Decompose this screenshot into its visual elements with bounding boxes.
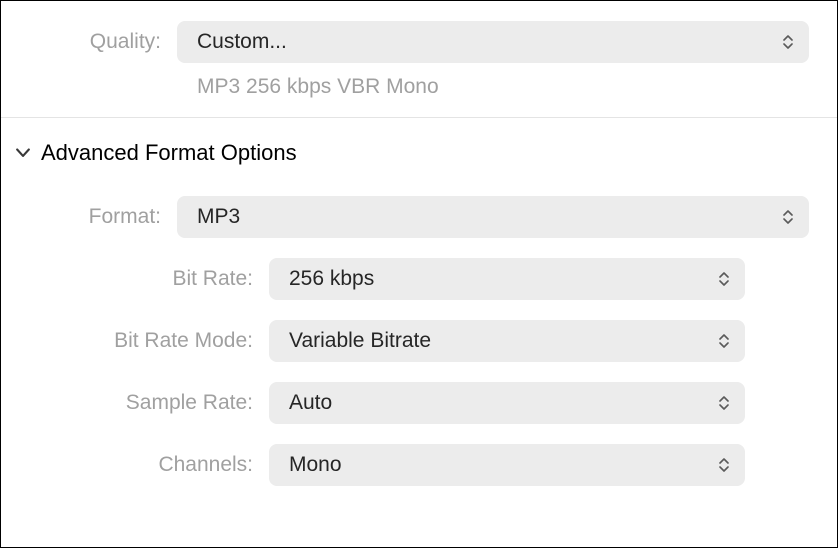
quality-select[interactable]: Custom...	[177, 21, 809, 63]
bitrate-label: Bit Rate:	[29, 267, 269, 291]
format-row: Format: MP3	[29, 196, 809, 238]
quality-value: Custom...	[197, 30, 287, 54]
format-select[interactable]: MP3	[177, 196, 809, 238]
bitrate-row: Bit Rate: 256 kbps	[29, 258, 809, 300]
advanced-title: Advanced Format Options	[41, 140, 297, 166]
sample-rate-label: Sample Rate:	[29, 391, 269, 415]
advanced-disclosure[interactable]: Advanced Format Options	[15, 140, 809, 166]
stepper-icon	[783, 35, 793, 49]
sample-rate-value: Auto	[289, 391, 332, 415]
quality-section: Quality: Custom... MP3 256 kbps VBR Mono	[1, 1, 837, 117]
format-label: Format:	[29, 205, 177, 229]
format-value: MP3	[197, 205, 240, 229]
bitrate-mode-label: Bit Rate Mode:	[29, 329, 269, 353]
chevron-down-icon	[15, 147, 31, 159]
quality-label: Quality:	[29, 30, 177, 54]
bitrate-value: 256 kbps	[289, 267, 374, 291]
bitrate-mode-value: Variable Bitrate	[289, 329, 431, 353]
bitrate-mode-select[interactable]: Variable Bitrate	[269, 320, 745, 362]
sample-rate-row: Sample Rate: Auto	[29, 382, 809, 424]
channels-value: Mono	[289, 453, 342, 477]
stepper-icon	[719, 334, 729, 348]
advanced-section: Advanced Format Options Format: MP3 Bit …	[1, 118, 837, 486]
channels-label: Channels:	[29, 453, 269, 477]
quality-summary-row: MP3 256 kbps VBR Mono	[29, 75, 809, 99]
sample-rate-select[interactable]: Auto	[269, 382, 745, 424]
quality-row: Quality: Custom...	[29, 21, 809, 63]
stepper-icon	[719, 458, 729, 472]
advanced-rows: Format: MP3 Bit Rate: 256 kbps Bit Rate …	[15, 196, 809, 486]
bitrate-select[interactable]: 256 kbps	[269, 258, 745, 300]
stepper-icon	[719, 272, 729, 286]
quality-summary: MP3 256 kbps VBR Mono	[197, 75, 439, 98]
bitrate-mode-row: Bit Rate Mode: Variable Bitrate	[29, 320, 809, 362]
stepper-icon	[719, 396, 729, 410]
channels-row: Channels: Mono	[29, 444, 809, 486]
stepper-icon	[783, 210, 793, 224]
channels-select[interactable]: Mono	[269, 444, 745, 486]
